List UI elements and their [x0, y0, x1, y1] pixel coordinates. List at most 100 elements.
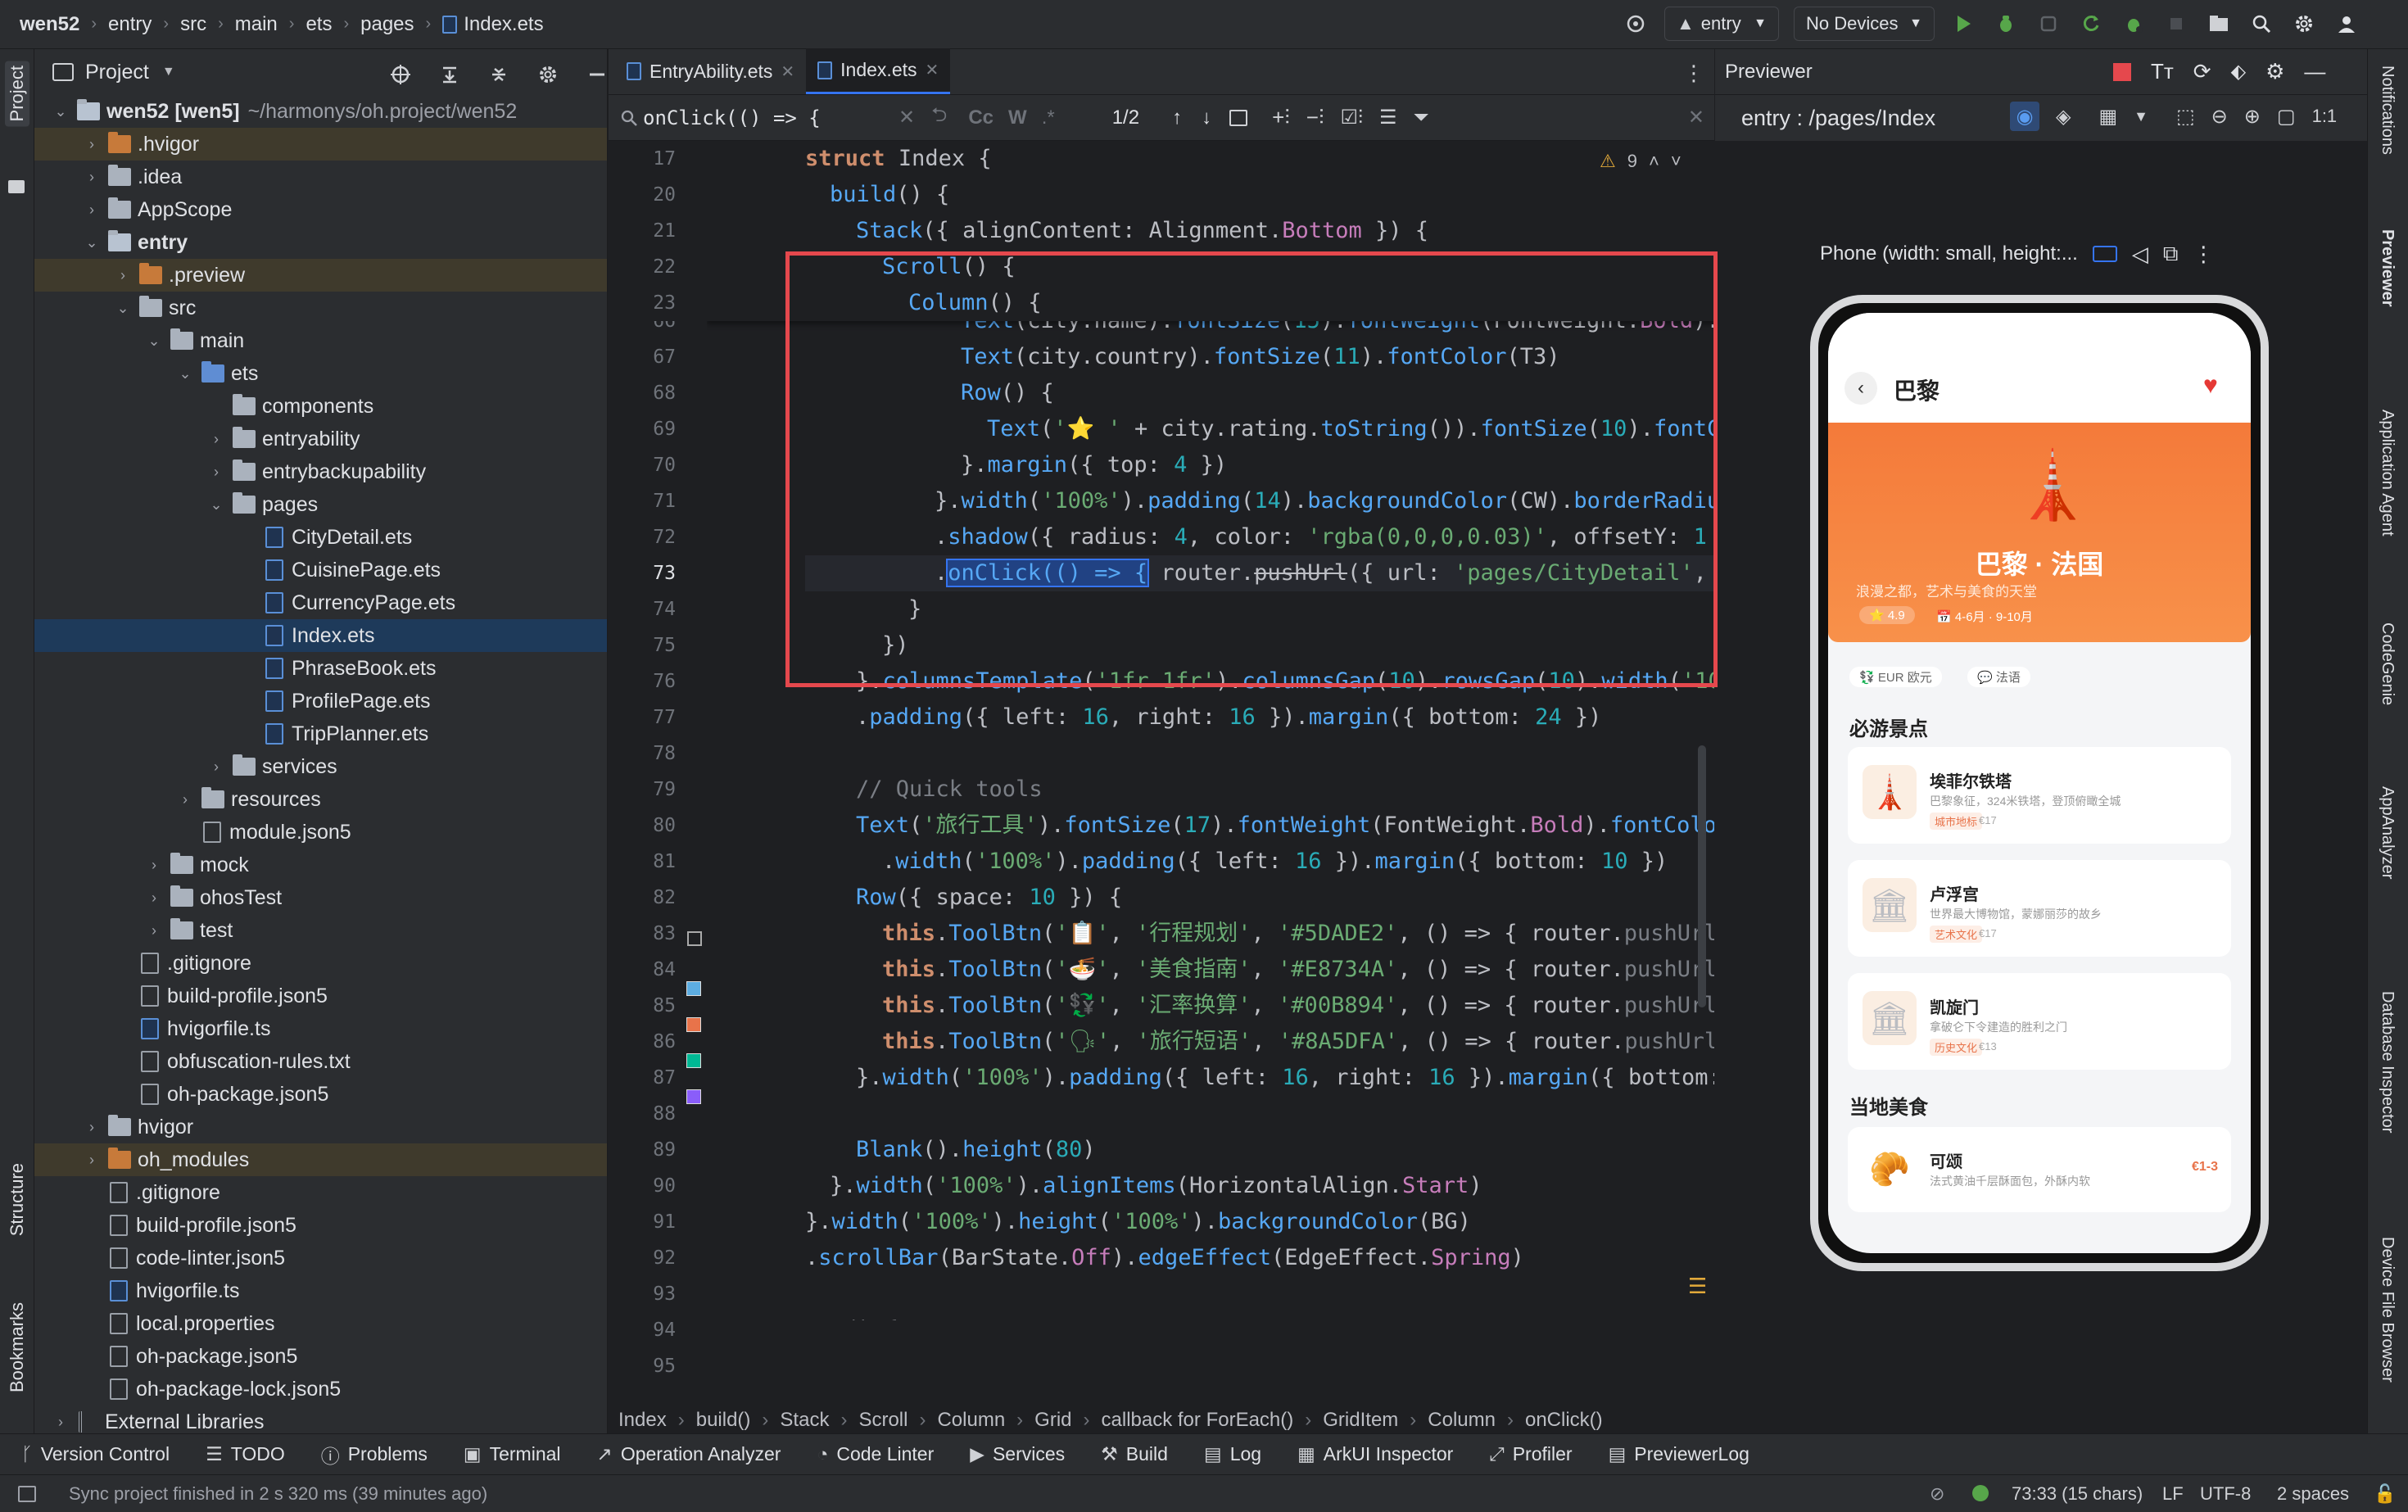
toolwindow-terminal[interactable]: ▣ Terminal: [464, 1443, 561, 1465]
tree-item[interactable]: obfuscation-rules.txt: [34, 1045, 607, 1078]
chevron-right-icon[interactable]: ›: [84, 201, 100, 219]
tree-item[interactable]: Index.ets: [34, 619, 607, 652]
back-button[interactable]: ‹: [1844, 372, 1877, 405]
chevron-down-icon[interactable]: ⌄: [115, 300, 131, 317]
zoom-in-icon[interactable]: ⊕: [2244, 105, 2261, 129]
toolwindow-operation-analyzer[interactable]: ↗ Operation Analyzer: [597, 1443, 781, 1465]
crumb-project[interactable]: wen52: [20, 13, 79, 36]
layers-icon[interactable]: ◈: [2056, 105, 2071, 129]
tree-item[interactable]: .gitignore: [34, 1176, 607, 1209]
chevron-down-icon[interactable]: ⌄: [84, 234, 100, 251]
toolwindow-previewerlog[interactable]: ▤ PreviewerLog: [1609, 1443, 1749, 1465]
breadcrumb-item[interactable]: GridItem: [1323, 1409, 1398, 1432]
tree-item[interactable]: ⌄ main: [34, 324, 607, 357]
tree-item[interactable]: local.properties: [34, 1307, 607, 1340]
gear-icon[interactable]: ⚙: [2265, 59, 2284, 84]
project-structure-icon[interactable]: [2205, 10, 2233, 38]
stop-preview-icon[interactable]: [2113, 62, 2131, 81]
bookmarks-tool-tab[interactable]: Bookmarks: [7, 1302, 28, 1392]
tree-item[interactable]: › External Libraries: [34, 1406, 607, 1433]
tree-item[interactable]: › .hvigor: [34, 128, 607, 161]
remove-selection-icon[interactable]: −⫶: [1306, 105, 1324, 131]
add-selection-icon[interactable]: +⫶: [1272, 105, 1290, 131]
tree-item[interactable]: CuisinePage.ets: [34, 554, 607, 586]
select-occurrences-icon[interactable]: ☑⫶: [1340, 106, 1363, 129]
prev-match-icon[interactable]: ↑: [1172, 106, 1182, 129]
breadcrumb-item[interactable]: callback for ForEach(): [1102, 1409, 1294, 1432]
words-toggle[interactable]: W: [1008, 106, 1027, 129]
minimize-icon[interactable]: —: [2304, 59, 2325, 84]
grid-icon[interactable]: ▦: [2098, 105, 2117, 129]
crumb-ets[interactable]: ets: [306, 13, 332, 36]
color-swatch-8a5dfa[interactable]: [686, 1089, 701, 1104]
select-all-occurrences-icon[interactable]: [1229, 109, 1248, 126]
device-label[interactable]: Phone (width: small, height:...: [1820, 242, 2078, 265]
eye-icon[interactable]: ◉: [2010, 102, 2039, 131]
application-agent-tool-tab[interactable]: Application Agent: [2378, 410, 2397, 536]
device-selector[interactable]: No Devices ▼: [1794, 7, 1935, 41]
chevron-right-icon[interactable]: ›: [208, 758, 224, 776]
tree-item[interactable]: › oh_modules: [34, 1143, 607, 1176]
toolwindow-version-control[interactable]: ᚴ Version Control: [21, 1443, 170, 1465]
chevron-right-icon[interactable]: ›: [146, 857, 162, 874]
chevron-down-icon[interactable]: ▼: [2134, 108, 2148, 125]
chevron-right-icon[interactable]: ›: [84, 1119, 100, 1136]
phone-screen[interactable]: ‹ 巴黎 ♥ 🗼 巴黎 · 法国 浪漫之都，艺术与美食的天堂 ⭐ 4.9 📅 4…: [1828, 313, 2251, 1253]
tree-item[interactable]: ⌄ ets: [34, 357, 607, 390]
attach-debugger-icon[interactable]: [2035, 10, 2062, 38]
rotate-device-icon[interactable]: ⧉: [2163, 241, 2179, 267]
tree-item[interactable]: PhraseBook.ets: [34, 652, 607, 685]
font-size-icon[interactable]: Tт: [2151, 59, 2174, 84]
color-swatch-00b894[interactable]: [686, 1053, 701, 1068]
chevron-down-icon[interactable]: ⌄: [177, 365, 193, 383]
back-triangle-icon[interactable]: ◁: [2132, 242, 2148, 267]
chevron-right-icon[interactable]: ›: [84, 1152, 100, 1169]
tree-item[interactable]: › test: [34, 914, 607, 947]
heart-icon[interactable]: ♥: [2203, 372, 2218, 400]
run-icon[interactable]: [1949, 10, 1977, 38]
codegenie-tool-tab[interactable]: CodeGenie: [2378, 622, 2397, 705]
tree-item[interactable]: CurrencyPage.ets: [34, 586, 607, 619]
gear-icon[interactable]: [534, 61, 562, 88]
crumb-src[interactable]: src: [180, 13, 206, 36]
tree-item[interactable]: components: [34, 390, 607, 423]
chevron-right-icon[interactable]: ›: [146, 890, 162, 907]
tree-item[interactable]: hvigorfile.ts: [34, 1012, 607, 1045]
close-icon[interactable]: ✕: [926, 60, 939, 80]
tree-item[interactable]: › .preview: [34, 259, 607, 292]
structure-tool-tab[interactable]: Structure: [7, 1163, 28, 1236]
editor-scrollbar[interactable]: [1698, 745, 1706, 1007]
next-highlight-icon[interactable]: ˅: [1671, 151, 1682, 172]
refresh-icon[interactable]: ⟳: [2193, 59, 2211, 84]
target-icon[interactable]: [1622, 10, 1650, 38]
color-swatch-e8734a[interactable]: [686, 1017, 701, 1032]
toolwindow-log[interactable]: ▤ Log: [1204, 1443, 1261, 1465]
locate-file-icon[interactable]: [387, 61, 414, 88]
chevron-right-icon[interactable]: ›: [208, 464, 224, 481]
chevron-right-icon[interactable]: ›: [84, 169, 100, 186]
tree-item[interactable]: hvigorfile.ts: [34, 1274, 607, 1307]
breadcrumb-item[interactable]: Index: [618, 1409, 667, 1432]
crumb-main[interactable]: main: [235, 13, 278, 36]
close-find-icon[interactable]: ✕: [1688, 106, 1704, 129]
module-selector[interactable]: ▲ entry ▼: [1664, 7, 1779, 41]
toolwindow-profiler[interactable]: ⤢ Profiler: [1489, 1443, 1572, 1465]
toggle-tool-windows-icon[interactable]: [18, 1485, 36, 1502]
route-selector[interactable]: entry : /pages/Index: [1741, 106, 1935, 131]
more-vert-icon[interactable]: ⋮: [2193, 242, 2214, 267]
status-message[interactable]: Sync project finished in 2 s 320 ms (39 …: [69, 1483, 487, 1505]
tree-item[interactable]: oh-package-lock.json5: [34, 1373, 607, 1406]
account-icon[interactable]: [2333, 10, 2360, 38]
match-case-toggle[interactable]: Cc: [968, 106, 994, 129]
chevron-right-icon[interactable]: ›: [146, 922, 162, 939]
profile-icon[interactable]: [2120, 10, 2148, 38]
color-swatch-5dade2[interactable]: [686, 981, 701, 996]
crumb-entry[interactable]: entry: [108, 13, 152, 36]
chevron-right-icon[interactable]: ›: [115, 267, 131, 284]
chevron-right-icon[interactable]: ›: [208, 431, 224, 448]
zoom-out-icon[interactable]: ⊖: [2211, 105, 2228, 129]
sight-card-eiffel[interactable]: 🗼 埃菲尔铁塔 巴黎象征，324米铁塔，登顶俯瞰全城 城市地标 €17: [1848, 747, 2231, 844]
minimize-icon[interactable]: [583, 61, 607, 88]
file-encoding[interactable]: UTF-8: [2200, 1483, 2251, 1505]
appanalyzer-tool-tab[interactable]: AppAnalyzer: [2378, 786, 2397, 879]
